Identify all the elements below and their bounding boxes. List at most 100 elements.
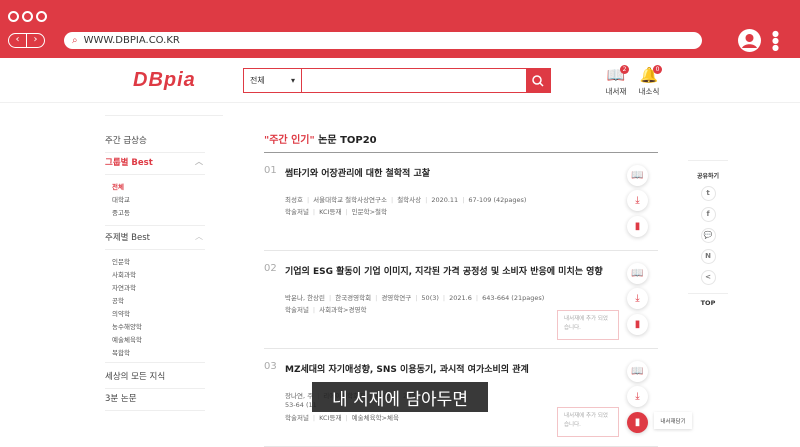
sidebar-sub-item[interactable]: 공학 xyxy=(112,295,124,305)
download-icon: ⤓ xyxy=(635,195,640,206)
sidebar-topic-best[interactable]: 주제별 Best ︿ xyxy=(105,231,205,250)
sidebar-weekly[interactable]: 주간 급상승 xyxy=(105,134,205,153)
sidebar-all-knowledge[interactable]: 세상의 모든 지식 xyxy=(105,370,205,389)
label: 주제별 Best xyxy=(105,233,150,243)
download-icon: ⤓ xyxy=(635,293,640,304)
meta-field: 최성호 xyxy=(285,196,303,204)
sidebar-group-best[interactable]: 그룹별 Best ︿ xyxy=(105,156,205,175)
logo[interactable]: DBpia xyxy=(133,69,196,92)
download-button[interactable]: ⤓ xyxy=(627,288,648,309)
share-icon[interactable]: < xyxy=(700,270,716,285)
divider xyxy=(264,348,658,349)
menu-icon[interactable]: ● ● ● xyxy=(772,30,779,52)
bookmark-icon: ▮ xyxy=(634,417,641,428)
share-panel: 공유하기 t f 💬 N < TOP xyxy=(688,160,728,307)
sidebar-sub-item[interactable]: 중고등 xyxy=(112,207,130,217)
tag[interactable]: 예술체육학>체육 xyxy=(352,414,399,422)
meta-field: 643-664 (21pages) xyxy=(482,294,545,302)
share-label: 공유하기 xyxy=(696,173,720,180)
read-button[interactable]: 📖 xyxy=(627,361,648,382)
top-button[interactable]: TOP xyxy=(688,293,728,307)
book-open-icon: 📖 xyxy=(631,268,644,279)
twitter-icon[interactable]: t xyxy=(700,186,716,201)
window-dot[interactable] xyxy=(22,11,33,22)
forward-icon[interactable]: › xyxy=(27,34,44,47)
sidebar-sub-item[interactable]: 사회과학 xyxy=(112,269,136,279)
meta-field: 2020.11 xyxy=(431,196,459,204)
chevron-up-icon: ︿ xyxy=(195,232,203,241)
search-scope-select[interactable]: 전체 ▾ xyxy=(244,69,302,92)
meta-field: 서울대학교 철학사상연구소 xyxy=(313,196,387,204)
download-button[interactable]: ⤓ xyxy=(627,386,648,407)
meta-field: 박윤나, 한상린 xyxy=(285,294,326,302)
kakao-icon[interactable]: 💬 xyxy=(700,228,716,243)
label: 그룹별 Best xyxy=(105,158,153,168)
read-button[interactable]: 📖 xyxy=(627,165,648,186)
rank-number: 01 xyxy=(264,165,277,176)
toast-message: 내서재에 추가 되었습니다. xyxy=(557,407,619,437)
meta-field: 67-109 (42pages) xyxy=(468,196,527,204)
url-text: WWW.DBPIA.CO.KR xyxy=(83,35,180,46)
search-icon: ⌕ xyxy=(72,35,78,46)
meta-field: 경영학연구 xyxy=(381,294,412,302)
bookmark-button[interactable]: ▮ xyxy=(627,412,648,433)
bookmark-button[interactable]: ▮ xyxy=(627,314,648,335)
read-button[interactable]: 📖 xyxy=(627,263,648,284)
rank-number: 03 xyxy=(264,361,277,372)
sidebar-three-min[interactable]: 3분 논문 xyxy=(105,392,205,411)
window-dot[interactable] xyxy=(8,11,19,22)
meta-field: 장나연, 주 xyxy=(285,392,314,400)
sidebar-sub-item[interactable]: 농수해양학 xyxy=(112,321,142,331)
divider xyxy=(264,250,658,251)
dropdown-icon: ▾ xyxy=(290,76,295,85)
bookmark-icon: ▮ xyxy=(634,221,641,232)
paper-title[interactable]: 기업의 ESG 활동이 기업 이미지, 지각된 가격 공정성 및 소비자 반응에… xyxy=(285,264,603,277)
library-badge: 2 xyxy=(620,65,629,74)
paper-title[interactable]: MZ세대의 자기애성향, SNS 이용동기, 과시적 여가소비의 관계 xyxy=(285,362,529,375)
window-dot[interactable] xyxy=(36,11,47,22)
divider xyxy=(105,115,223,116)
search-button[interactable] xyxy=(526,69,550,92)
tag[interactable]: 학술저널 xyxy=(285,306,309,314)
bookmark-button[interactable]: ▮ xyxy=(627,216,648,237)
book-open-icon: 📖 xyxy=(631,366,644,377)
meta-field: 50(3) xyxy=(421,294,439,302)
sidebar-sub-item[interactable]: 자연과학 xyxy=(112,282,136,292)
nav-buttons: ‹ › xyxy=(8,33,45,48)
divider xyxy=(0,102,800,103)
meta-field: 철학사상 xyxy=(397,196,422,204)
sidebar-sub-item[interactable]: 인문학 xyxy=(112,256,130,266)
sidebar-sub-item[interactable]: 예술체육학 xyxy=(112,334,142,344)
tag[interactable]: KCI등재 xyxy=(319,414,341,422)
tag[interactable]: 인문학>철학 xyxy=(352,208,387,216)
sidebar-sub-item[interactable]: 대학교 xyxy=(112,194,130,204)
divider xyxy=(105,362,205,363)
back-icon[interactable]: ‹ xyxy=(9,34,27,47)
news-button[interactable]: 🔔 0 내소식 xyxy=(634,65,664,97)
tag[interactable]: 사회과학>경영학 xyxy=(319,306,366,314)
sidebar-sub-item[interactable]: 복합학 xyxy=(112,347,130,357)
video-caption: 내 서재에 담아두면 xyxy=(312,382,488,412)
facebook-icon[interactable]: f xyxy=(700,207,716,222)
book-open-icon: 📖 xyxy=(631,170,644,181)
naver-icon[interactable]: N xyxy=(700,249,716,264)
tag[interactable]: 학술저널 xyxy=(285,208,309,216)
library-button[interactable]: 📖 2 내서재 xyxy=(601,65,631,97)
download-button[interactable]: ⤓ xyxy=(627,190,648,211)
url-bar[interactable]: ⌕ WWW.DBPIA.CO.KR xyxy=(64,32,702,49)
tag[interactable]: 학술저널 xyxy=(285,414,309,422)
library-label: 내서재 xyxy=(605,87,627,96)
toast-message: 내서재에 추가 되었습니다. xyxy=(557,310,619,340)
avatar-icon[interactable] xyxy=(738,29,761,52)
tag[interactable]: KCI등재 xyxy=(319,208,341,216)
paper-tags: 학술저널 | KCI등재 | 인문학>철학 xyxy=(285,208,388,216)
paper-tags: 학술저널 | 사회과학>경영학 xyxy=(285,306,367,314)
rank-number: 02 xyxy=(264,263,277,274)
sidebar-sub-item[interactable]: 전체 xyxy=(112,181,124,191)
scope-label: 전체 xyxy=(250,76,265,85)
download-icon: ⤓ xyxy=(635,391,640,402)
sidebar-sub-item[interactable]: 의약학 xyxy=(112,308,130,318)
search-bar: 전체 ▾ xyxy=(243,68,551,93)
paper-meta: 박윤나, 한상린 | 한국경영학회 | 경영학연구 | 50(3) | 2021.6 | 643-6… xyxy=(285,294,545,302)
paper-title[interactable]: 썸타기와 어장관리에 대한 철학적 고찰 xyxy=(285,166,430,179)
